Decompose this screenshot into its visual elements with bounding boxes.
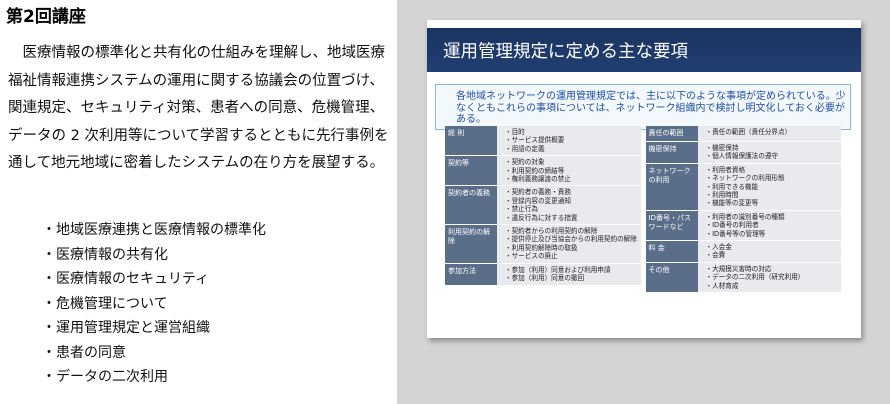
requirement-item: 契約者の義務・責務: [505, 188, 639, 196]
requirement-row: その他大規模災害時の対応データの二次利用（研究利用）人材育成: [645, 262, 842, 293]
requirement-item: 提供停止及び当協会からの利用契約の解除: [505, 235, 639, 243]
requirement-item: 会費: [706, 251, 840, 259]
requirement-items: 契約者からの利用契約の解除提供停止及び当協会からの利用契約の解除利用契約解除時の…: [497, 225, 641, 263]
requirement-category: その他: [645, 262, 698, 293]
requirement-category: 責任の範囲: [645, 126, 698, 141]
requirement-item: ID番号の利用者: [706, 221, 840, 229]
slide-intro-box: 各地域ネットワークの運用管理規定では、主に以下のような事項が定められている。少な…: [435, 84, 851, 130]
course-title: 第2回講座: [6, 7, 86, 27]
requirement-item: 責任の範囲（責任分界点）: [706, 128, 840, 136]
requirement-items: 責任の範囲（責任分界点）: [698, 126, 842, 141]
requirement-items: 入会金会費: [698, 241, 842, 262]
requirement-category: 総 則: [445, 126, 497, 156]
slide-title: 運用管理規定に定める主な要項: [443, 42, 688, 62]
topic-item: 医療情報のセキュリティ: [42, 267, 266, 292]
requirement-item: サービス提供概要: [505, 136, 639, 144]
requirement-row: 契約者の義務契約者の義務・責務登録内容の変更通知禁止行為違反行為に対する措置: [445, 186, 641, 225]
requirement-items: 契約者の義務・責務登録内容の変更通知禁止行為違反行為に対する措置: [497, 186, 641, 224]
requirement-items: 契約の対象利用契約の締結等権利義務譲渡の禁止: [497, 156, 641, 185]
requirement-category: ID番号・パスワードなど: [645, 210, 698, 241]
requirements-column-left: 総 則目的サービス提供概要用語の定義契約等契約の対象利用契約の締結等権利義務譲渡…: [445, 126, 641, 321]
course-panel: 第2回講座 医療情報の標準化と共有化の仕組みを理解し、地域医療福祉情報連携システ…: [0, 0, 397, 404]
requirement-row: 契約等契約の対象利用契約の締結等権利義務譲渡の禁止: [445, 156, 641, 186]
requirement-items: 利用者の識別番号の種類ID番号の利用者ID番号等の管理等: [698, 211, 842, 240]
requirement-item: 参加（利用）同意および利用申請: [505, 266, 639, 274]
requirement-row: 参加方法参加（利用）同意および利用申請参加（利用）同意の撤回: [445, 263, 641, 285]
topic-item: データの二次利用: [42, 365, 266, 390]
requirements-table: 総 則目的サービス提供概要用語の定義契約等契約の対象利用契約の締結等権利義務譲渡…: [445, 126, 841, 321]
slide-image: 運用管理規定に定める主な要項 各地域ネットワークの運用管理規定では、主に以下のよ…: [427, 20, 861, 338]
requirement-item: 人材育成: [706, 282, 840, 290]
requirement-item: 契約の対象: [505, 158, 639, 166]
requirement-items: 大規模災害時の対応データの二次利用（研究利用）人材育成: [698, 263, 842, 292]
topic-item: 危機管理について: [42, 292, 266, 317]
requirement-items: 機密保持個人情報保護法の遵守: [698, 142, 842, 163]
requirement-row: 利用契約の解除契約者からの利用契約の解除提供停止及び当協会からの利用契約の解除利…: [445, 225, 641, 263]
topic-item: 医療情報の共有化: [42, 243, 266, 268]
requirement-item: ネットワークの利用形態: [706, 174, 840, 182]
requirement-category: 料 金: [645, 241, 698, 262]
topic-item: 患者の同意: [42, 341, 266, 366]
requirement-row: 責任の範囲責任の範囲（責任分界点）: [645, 126, 842, 141]
requirement-category: 機密保持: [645, 142, 698, 163]
requirement-items: 参加（利用）同意および利用申請参加（利用）同意の撤回: [497, 264, 641, 285]
slide-header: 運用管理規定に定める主な要項: [427, 28, 861, 72]
requirement-item: ID番号等の管理等: [706, 230, 840, 238]
topic-item: 地域医療連携と医療情報の標準化: [42, 218, 266, 243]
topic-list: 地域医療連携と医療情報の標準化 医療情報の共有化 医療情報のセキュリティ 危機管…: [42, 218, 266, 390]
requirement-category: ネットワークの利用: [645, 163, 698, 210]
requirement-row: 総 則目的サービス提供概要用語の定義: [445, 126, 641, 156]
requirement-item: 個人情報保護法の遵守: [706, 152, 840, 160]
requirement-item: 禁止行為: [505, 205, 639, 213]
requirement-item: サービスの廃止: [505, 252, 639, 260]
requirement-item: 利用契約の締結等: [505, 167, 639, 175]
requirement-item: 入会金: [706, 243, 840, 251]
requirement-category: 参加方法: [445, 263, 497, 285]
requirement-row: 料 金入会金会費: [645, 241, 842, 262]
requirement-item: 登録内容の変更通知: [505, 197, 639, 205]
requirement-item: 参加（利用）同意の撤回: [505, 274, 639, 282]
requirement-category: 利用契約の解除: [445, 225, 497, 263]
requirement-item: データの二次利用（研究利用）: [706, 273, 840, 281]
slide-intro-text: 各地域ネットワークの運用管理規定では、主に以下のような事項が定められている。少な…: [456, 91, 846, 125]
requirement-item: 用語の定義: [505, 145, 639, 153]
requirement-item: 機能等の変更等: [706, 199, 840, 207]
requirement-item: 利用できる機能: [706, 183, 840, 191]
requirement-row: ネットワークの利用利用者資格ネットワークの利用形態利用できる機能利用時間機能等の…: [645, 163, 842, 210]
requirements-column-right: 責任の範囲責任の範囲（責任分界点）機密保持機密保持個人情報保護法の遵守ネットワー…: [645, 126, 842, 321]
requirement-row: 機密保持機密保持個人情報保護法の遵守: [645, 142, 842, 163]
requirement-category: 契約者の義務: [445, 186, 497, 225]
requirement-category: 契約等: [445, 156, 497, 186]
requirement-items: 利用者資格ネットワークの利用形態利用できる機能利用時間機能等の変更等: [698, 164, 842, 210]
requirement-item: 利用者資格: [706, 166, 840, 174]
requirement-item: 利用者の識別番号の種類: [706, 213, 840, 221]
requirement-item: 違反行為に対する措置: [505, 214, 639, 222]
requirement-row: ID番号・パスワードなど利用者の識別番号の種類ID番号の利用者ID番号等の管理等: [645, 210, 842, 241]
course-description: 医療情報の標準化と共有化の仕組みを理解し、地域医療福祉情報連携システムの運用に関…: [8, 45, 389, 171]
requirement-item: 権利義務譲渡の禁止: [505, 175, 639, 183]
topic-item: 運用管理規定と運営組織: [42, 316, 266, 341]
requirement-items: 目的サービス提供概要用語の定義: [497, 126, 641, 155]
